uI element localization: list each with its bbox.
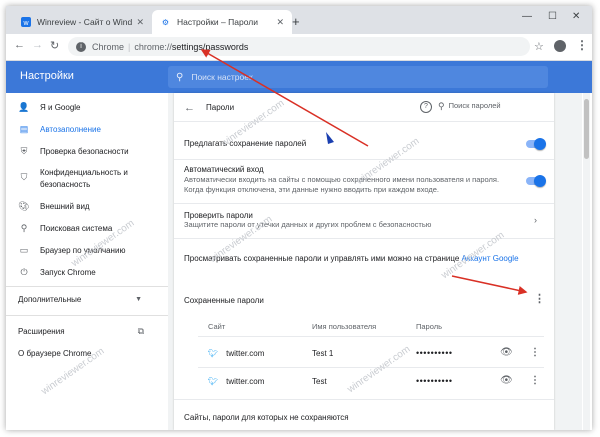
mouse-cursor-icon — [326, 132, 334, 144]
annotation-arrows — [200, 49, 528, 295]
browser-window: w Winreview - Сайт о Windows ✕ ⚙ Настрой… — [6, 6, 592, 430]
arrow-to-address-bar — [200, 49, 369, 147]
screenshot-frame: w Winreview - Сайт о Windows ✕ ⚙ Настрой… — [0, 0, 600, 437]
arrow-to-menu — [451, 275, 528, 295]
